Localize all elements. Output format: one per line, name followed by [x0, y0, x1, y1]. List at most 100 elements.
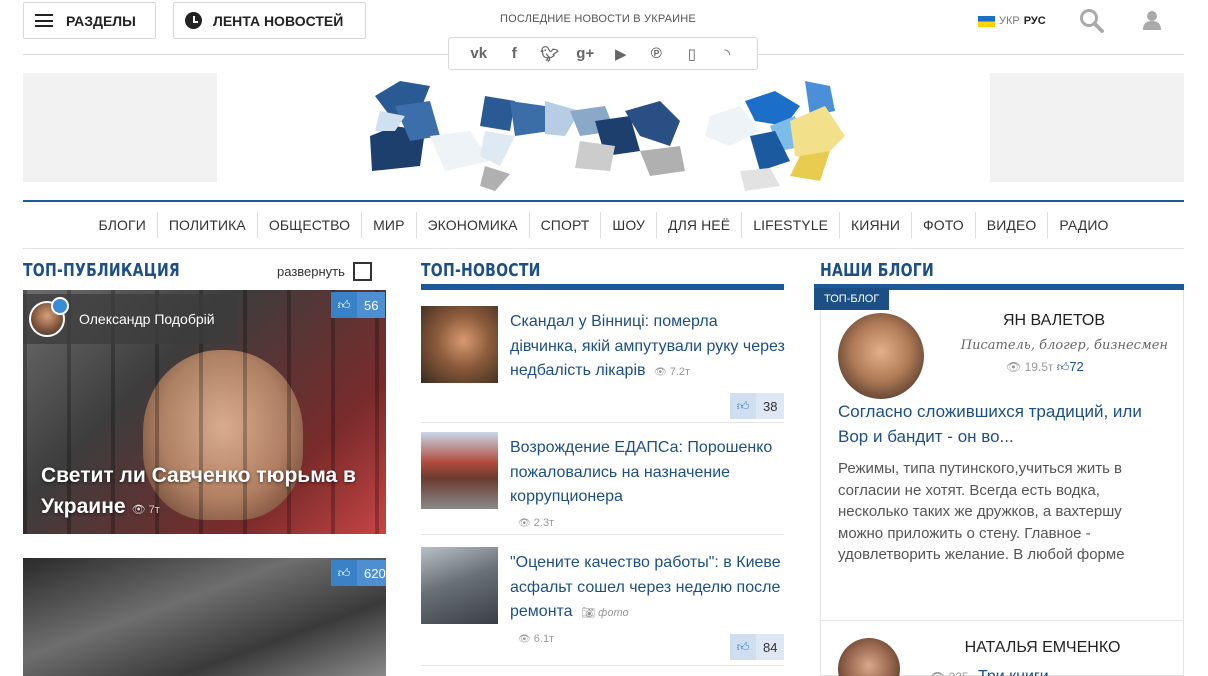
- blog-post-excerpt: Режимы, типа путинского,учиться жить в с…: [838, 460, 1125, 563]
- likes-count: 620: [357, 560, 386, 586]
- user-icon[interactable]: [1143, 10, 1161, 30]
- nav-item-for-her[interactable]: ДЛЯ НЕЁ: [657, 212, 743, 238]
- news-item[interactable]: "Оцените качество работы": в Киеве асфал…: [421, 547, 785, 676]
- menu-icon: [35, 14, 53, 27]
- likes-badge[interactable]: 👍︎ 56: [331, 292, 386, 318]
- blog-stats: 👁︎ 225 Три книги: [930, 668, 1049, 676]
- google-plus-icon[interactable]: g+: [573, 45, 597, 62]
- divider: [421, 665, 784, 666]
- views-count: 👁︎ 2.3т: [518, 516, 555, 529]
- views-icon: 👁︎: [930, 670, 945, 676]
- site-tagline: ПОСЛЕДНИЕ НОВОСТИ В УКРАИНЕ: [500, 13, 696, 25]
- news-feed-button[interactable]: ЛЕНТА НОВОСТЕЙ: [173, 2, 366, 39]
- nav-bottom-rule: [23, 248, 1184, 249]
- top-publication-card[interactable]: Олександр Подобрій 👍︎ 56 Светит ли Савче…: [23, 290, 386, 534]
- nav-item-kyiv[interactable]: КИЯНИ: [840, 212, 913, 238]
- news-item[interactable]: Возрождение ЕДАПСа: Порошенко пожаловали…: [421, 432, 784, 536]
- second-publication-card[interactable]: 👍︎ 620: [23, 558, 386, 676]
- mobile-icon[interactable]: ▯: [680, 45, 704, 63]
- blog-stats: 👁︎ 19.5т 👍︎72: [1006, 359, 1084, 375]
- vk-icon[interactable]: vk: [467, 45, 491, 62]
- ukraine-flag-icon: [978, 15, 995, 27]
- author-name: Олександр Подобрій: [79, 311, 215, 327]
- nav-item-blogs[interactable]: БЛОГИ: [87, 212, 158, 238]
- likes-badge[interactable]: 👍︎ 38: [730, 393, 785, 419]
- thumbs-up-icon: 👍︎: [1056, 360, 1070, 374]
- thumbs-up-icon: 👍︎: [331, 292, 357, 318]
- author-badge[interactable]: Олександр Подобрій: [23, 294, 238, 344]
- our-blogs-title[interactable]: НАШИ БЛОГИ: [820, 260, 934, 281]
- social-links-bar: vk f 🐦︎ g+ ▶ ℗ ▯ ◝: [448, 37, 758, 70]
- nav-item-lifestyle[interactable]: LIFESTYLE: [742, 212, 841, 238]
- views-count: 19.5т: [1024, 360, 1054, 374]
- photo-label: 📷︎ фото: [581, 607, 629, 619]
- author-avatar: [29, 297, 69, 337]
- nav-item-economy[interactable]: ЭКОНОМИКА: [417, 212, 530, 238]
- news-item[interactable]: Скандал у Вінниці: померла дівчинка, які…: [421, 306, 785, 424]
- lang-rus-link[interactable]: РУС: [1024, 15, 1046, 27]
- nav-item-radio[interactable]: РАДИО: [1048, 212, 1119, 238]
- nav-item-world[interactable]: МИР: [362, 212, 417, 238]
- news-feed-label: ЛЕНТА НОВОСТЕЙ: [213, 12, 344, 29]
- nav-item-politics[interactable]: ПОЛИТИКА: [158, 212, 258, 238]
- thumbs-up-icon: 👍︎: [730, 393, 756, 419]
- news-headline[interactable]: Возрождение ЕДАПСа: Порошенко пожаловали…: [510, 436, 785, 536]
- sections-button[interactable]: РАЗДЕЛЫ: [23, 2, 156, 39]
- divider: [820, 620, 1184, 621]
- news-thumbnail[interactable]: [421, 547, 498, 624]
- thumbs-up-icon: 👍︎: [730, 634, 756, 660]
- site-logo[interactable]: [350, 76, 860, 200]
- likes-count: 72: [1069, 359, 1084, 374]
- sections-label: РАЗДЕЛЫ: [66, 12, 136, 29]
- top-publication-title[interactable]: ТОП-ПУБЛИКАЦИЯ: [23, 260, 180, 281]
- likes-count: 84: [756, 634, 785, 660]
- blog-post-title[interactable]: Три книги: [978, 668, 1049, 676]
- top-blog-tag: ТОП-БЛОГ: [814, 288, 890, 310]
- news-headline[interactable]: Скандал у Вінниці: померла дівчинка, які…: [510, 310, 785, 386]
- news-thumbnail[interactable]: [421, 306, 498, 383]
- views-count: 👁︎ 7.2т: [653, 366, 691, 378]
- search-icon[interactable]: [1079, 8, 1105, 34]
- nav-item-sport[interactable]: СПОРТ: [530, 212, 602, 238]
- nav-item-photo[interactable]: ФОТО: [912, 212, 976, 238]
- nav-item-video[interactable]: ВИДЕО: [976, 212, 1049, 238]
- expand-icon: [352, 262, 372, 281]
- likes-count: 38: [756, 393, 785, 419]
- views-count: 👁︎ 7т: [131, 504, 160, 516]
- youtube-icon[interactable]: ▶: [609, 45, 633, 63]
- nav-top-rule: [23, 200, 1184, 202]
- rss-icon[interactable]: ◝: [715, 45, 739, 63]
- lang-ukr-link[interactable]: УКР: [999, 15, 1020, 27]
- divider: [421, 534, 784, 535]
- article-headline[interactable]: Светит ли Савченко тюрьма в Украине 👁︎ 7т: [41, 460, 381, 526]
- headline-text: Светит ли Савченко тюрьма в Украине: [41, 464, 356, 518]
- top-news-rule: [421, 284, 784, 290]
- expand-button[interactable]: развернуть: [277, 262, 372, 281]
- nav-item-show[interactable]: ШОУ: [601, 212, 658, 238]
- blogger-avatar[interactable]: [838, 313, 924, 399]
- twitter-icon[interactable]: 🐦︎: [538, 45, 562, 63]
- clock-icon: [185, 12, 202, 29]
- likes-badge[interactable]: 👍︎ 84: [730, 634, 785, 660]
- facebook-icon[interactable]: f: [502, 45, 526, 62]
- top-news-title[interactable]: ТОП-НОВОСТИ: [421, 260, 541, 281]
- likes-badge[interactable]: 👍︎ 620: [331, 560, 386, 586]
- blogger-name[interactable]: НАТАЛЬЯ ЕМЧЕНКО: [940, 639, 1145, 657]
- news-thumbnail[interactable]: [421, 432, 498, 509]
- views-count: 225: [949, 670, 969, 676]
- ad-placeholder-right[interactable]: [990, 73, 1184, 182]
- pinterest-icon[interactable]: ℗: [644, 45, 668, 62]
- blogger-description: Писатель, блогер, бизнесмен: [960, 338, 1168, 353]
- language-switcher[interactable]: УКР РУС: [978, 15, 1046, 27]
- views-count: 👁︎ 6.1т: [518, 632, 555, 645]
- blogger-name[interactable]: ЯН ВАЛЕТОВ: [940, 312, 1168, 330]
- divider: [421, 422, 784, 423]
- thumbs-up-icon: 👍︎: [331, 560, 357, 586]
- nav-item-society[interactable]: ОБЩЕСТВО: [258, 212, 363, 238]
- blog-post-title[interactable]: Согласно сложившихся традиций, или Вор и…: [838, 399, 1168, 449]
- likes-count: 56: [357, 292, 386, 318]
- views-icon: 👁︎: [1006, 360, 1022, 374]
- expand-label: развернуть: [277, 264, 345, 279]
- category-nav: БЛОГИ ПОЛИТИКА ОБЩЕСТВО МИР ЭКОНОМИКА СП…: [23, 212, 1184, 238]
- ad-placeholder-left[interactable]: [23, 73, 217, 182]
